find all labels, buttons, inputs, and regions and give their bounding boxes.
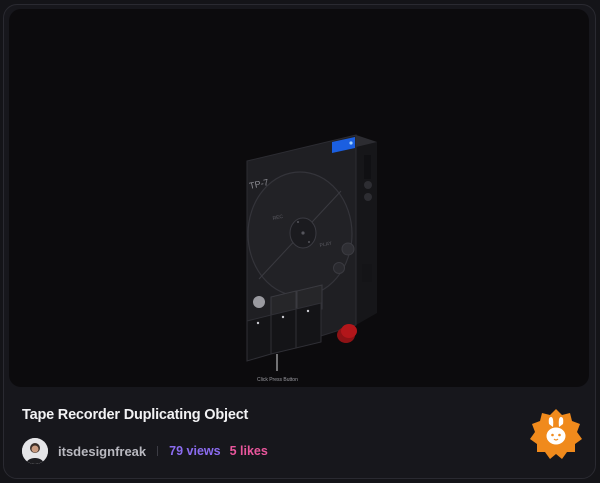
project-meta: itsdesignfreak 79 views 5 likes (22, 436, 268, 466)
likes-count: 5 likes (229, 444, 268, 458)
key-1 (246, 314, 272, 362)
author-name[interactable]: itsdesignfreak (58, 444, 146, 459)
bunny-icon[interactable] (529, 408, 583, 462)
project-preview[interactable]: TP-7 REC PLAY Click Press Button (9, 9, 589, 387)
meta-divider (157, 446, 159, 456)
knob-upper (341, 242, 355, 256)
project-card[interactable]: TP-7 REC PLAY Click Press Button Tape Re… (3, 4, 596, 479)
key-3 (295, 302, 322, 349)
project-title[interactable]: Tape Recorder Duplicating Object (22, 407, 248, 423)
side-slot (364, 155, 371, 179)
avatar[interactable] (22, 438, 48, 464)
tape-recorder-illustration: TP-7 REC PLAY Click Press Button (246, 134, 377, 383)
speaker-button (253, 296, 265, 308)
key-2 (270, 308, 297, 355)
callout-label: Click Press Button (257, 377, 298, 383)
views-count: 79 views (169, 444, 221, 458)
knob-lower (333, 262, 345, 274)
